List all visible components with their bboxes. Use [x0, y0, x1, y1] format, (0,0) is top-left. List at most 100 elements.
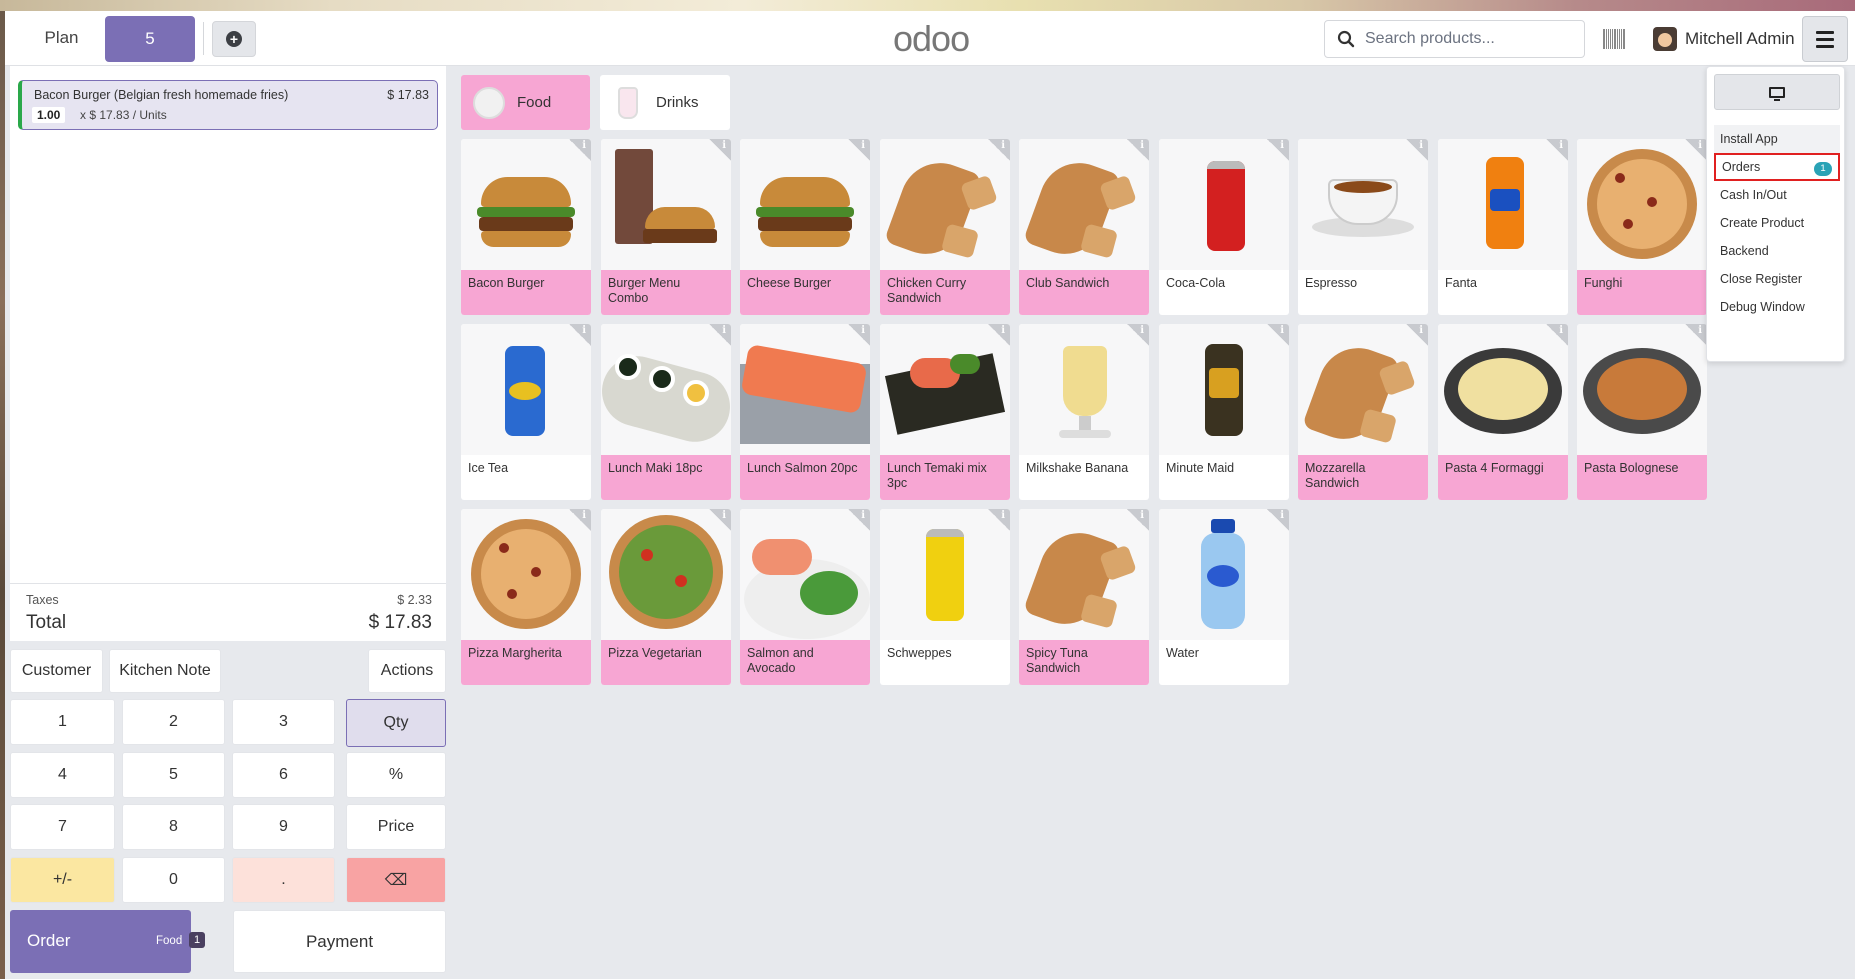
menu-debug-window[interactable]: Debug Window	[1714, 293, 1840, 321]
order-button[interactable]: Order Food 1	[10, 910, 206, 973]
product-card[interactable]: Coca-Cola	[1159, 139, 1289, 315]
product-card[interactable]: Spicy Tuna Sandwich	[1019, 509, 1149, 685]
barcode-icon[interactable]	[1603, 29, 1625, 49]
product-card[interactable]: Pasta Bolognese	[1577, 324, 1707, 500]
product-info-icon[interactable]	[709, 509, 731, 531]
product-card[interactable]: Pasta 4 Formaggi	[1438, 324, 1568, 500]
product-info-icon[interactable]	[988, 324, 1010, 346]
product-info-icon[interactable]	[1546, 139, 1568, 161]
product-info-icon[interactable]	[848, 139, 870, 161]
hamburger-menu-button[interactable]	[1802, 16, 1848, 62]
product-card[interactable]: Fanta	[1438, 139, 1568, 315]
product-info-icon[interactable]	[848, 324, 870, 346]
table-button[interactable]: 5	[105, 16, 195, 62]
user-menu[interactable]: Mitchell Admin	[1653, 23, 1795, 55]
product-info-icon[interactable]	[1267, 324, 1289, 346]
product-name: Funghi	[1577, 270, 1707, 315]
product-info-icon[interactable]	[1406, 139, 1428, 161]
product-card[interactable]: Water	[1159, 509, 1289, 685]
menu-install-app[interactable]: Install App	[1714, 125, 1840, 153]
plus-icon: +	[226, 31, 242, 47]
customer-button[interactable]: Customer	[10, 649, 103, 693]
order-line[interactable]: Bacon Burger (Belgian fresh homemade fri…	[18, 80, 438, 130]
menu-cash-in-out[interactable]: Cash In/Out	[1714, 181, 1840, 209]
product-card[interactable]: Pizza Margherita	[461, 509, 591, 685]
product-card[interactable]: Espresso	[1298, 139, 1428, 315]
product-name: Fanta	[1445, 276, 1477, 290]
plan-button[interactable]: Plan	[25, 18, 98, 58]
numpad-6[interactable]: 6	[232, 752, 335, 798]
backspace-button[interactable]: ⌫	[346, 857, 446, 903]
product-name: Coca-Cola	[1166, 276, 1226, 290]
customer-display-button[interactable]	[1714, 74, 1840, 110]
product-info-icon[interactable]	[1685, 139, 1707, 161]
product-info-icon[interactable]	[709, 139, 731, 161]
left-background-strip	[0, 11, 5, 979]
numpad-9[interactable]: 9	[232, 804, 335, 850]
product-info-icon[interactable]	[988, 509, 1010, 531]
numpad-3[interactable]: 3	[232, 699, 335, 745]
price-mode-button[interactable]: Price	[346, 804, 446, 850]
numpad-7[interactable]: 7	[10, 804, 115, 850]
product-info-icon[interactable]	[569, 509, 591, 531]
product-name: Cheese Burger	[740, 270, 870, 315]
product-info-icon[interactable]	[1267, 139, 1289, 161]
product-info-icon[interactable]	[1406, 324, 1428, 346]
product-name: Water	[1166, 646, 1199, 660]
numpad-4[interactable]: 4	[10, 752, 115, 798]
product-info-icon[interactable]	[1267, 509, 1289, 531]
product-info-icon[interactable]	[848, 509, 870, 531]
product-card[interactable]: Pizza Vegetarian	[601, 509, 731, 685]
product-card[interactable]: Burger Menu Combo	[601, 139, 731, 315]
product-info-icon[interactable]	[1127, 324, 1149, 346]
product-card[interactable]: Lunch Maki 18pc	[601, 324, 731, 500]
add-order-button[interactable]: +	[212, 21, 256, 57]
kitchen-note-button[interactable]: Kitchen Note	[109, 649, 221, 693]
product-card[interactable]: Bacon Burger	[461, 139, 591, 315]
product-card[interactable]: Milkshake Banana	[1019, 324, 1149, 500]
decimal-button[interactable]: .	[232, 857, 335, 903]
numpad-1[interactable]: 1	[10, 699, 115, 745]
product-card[interactable]: Minute Maid	[1159, 324, 1289, 500]
top-background-strip	[0, 0, 1855, 11]
product-card[interactable]: Ice Tea	[461, 324, 591, 500]
numpad-8[interactable]: 8	[122, 804, 225, 850]
product-card[interactable]: Funghi	[1577, 139, 1707, 315]
qty-mode-button[interactable]: Qty	[346, 699, 446, 747]
product-card[interactable]: Schweppes	[880, 509, 1010, 685]
product-card[interactable]: Salmon and Avocado	[740, 509, 870, 685]
discount-mode-button[interactable]: %	[346, 752, 446, 798]
product-info-icon[interactable]	[709, 324, 731, 346]
product-card[interactable]: Chicken Curry Sandwich	[880, 139, 1010, 315]
numpad-2[interactable]: 2	[122, 699, 225, 745]
total-value: $ 17.83	[368, 612, 432, 633]
search-box[interactable]	[1324, 20, 1585, 58]
payment-button[interactable]: Payment	[233, 910, 446, 973]
actions-button[interactable]: Actions	[368, 649, 446, 693]
search-input[interactable]	[1365, 30, 1565, 48]
numpad-5[interactable]: 5	[122, 752, 225, 798]
category-food[interactable]: Food	[461, 75, 590, 130]
category-drinks[interactable]: Drinks	[600, 75, 730, 130]
menu-close-register[interactable]: Close Register	[1714, 265, 1840, 293]
product-info-icon[interactable]	[1546, 324, 1568, 346]
product-name: Club Sandwich	[1019, 270, 1149, 315]
product-card[interactable]: Cheese Burger	[740, 139, 870, 315]
product-info-icon[interactable]	[569, 139, 591, 161]
product-info-icon[interactable]	[569, 324, 591, 346]
product-info-icon[interactable]	[1685, 324, 1707, 346]
product-info-icon[interactable]	[1127, 139, 1149, 161]
menu-create-product[interactable]: Create Product	[1714, 209, 1840, 237]
menu-orders[interactable]: Orders 1	[1714, 153, 1840, 181]
pos-menu-dropdown: Install App Orders 1 Cash In/Out Create …	[1706, 66, 1845, 362]
product-name: Pasta 4 Formaggi	[1438, 455, 1568, 500]
product-card[interactable]: Lunch Temaki mix 3pc	[880, 324, 1010, 500]
product-info-icon[interactable]	[988, 139, 1010, 161]
product-card[interactable]: Club Sandwich	[1019, 139, 1149, 315]
product-card[interactable]: Mozzarella Sandwich	[1298, 324, 1428, 500]
menu-backend[interactable]: Backend	[1714, 237, 1840, 265]
plus-minus-button[interactable]: +/-	[10, 857, 115, 903]
product-card[interactable]: Lunch Salmon 20pc	[740, 324, 870, 500]
product-info-icon[interactable]	[1127, 509, 1149, 531]
numpad-0[interactable]: 0	[122, 857, 225, 903]
